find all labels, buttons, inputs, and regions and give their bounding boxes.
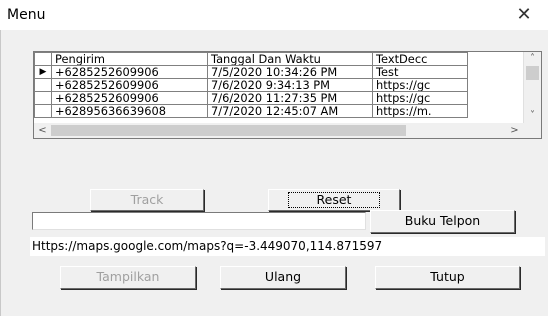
ulang-label: Ulang	[264, 269, 302, 284]
cell-text[interactable]: https://m.	[372, 104, 468, 118]
vertical-scroll-thumb[interactable]	[526, 66, 539, 80]
window-title: Menu	[7, 7, 46, 23]
close-icon[interactable]: ✕	[506, 0, 542, 30]
cell-pengirim[interactable]: +6285252609906	[51, 78, 208, 92]
menu-window: Menu ✕ Pengirim Tanggal Dan Waktu TextDe…	[0, 0, 548, 316]
column-header-tanggal[interactable]: Tanggal Dan Waktu	[207, 52, 373, 66]
cell-tanggal[interactable]: 7/6/2020 9:34:13 PM	[207, 78, 373, 92]
cell-text[interactable]: https://gc	[372, 78, 468, 92]
tampilkan-button[interactable]: Tampilkan	[60, 266, 196, 289]
column-header-text[interactable]: TextDecc	[372, 52, 468, 66]
cell-pengirim[interactable]: +62895636639608	[51, 104, 208, 118]
cell-tanggal[interactable]: 7/7/2020 12:45:07 AM	[207, 104, 373, 118]
tutup-label: Tutup	[430, 269, 465, 284]
cell-pengirim[interactable]: +6285252609906	[51, 91, 208, 105]
reset-button-label: Reset	[287, 192, 381, 208]
ulang-button[interactable]: Ulang	[220, 266, 346, 289]
title-bar: Menu ✕	[0, 0, 548, 30]
messages-table: Pengirim Tanggal Dan Waktu TextDecc ▶ +6…	[34, 52, 468, 118]
row-selector-header	[34, 52, 52, 66]
maps-url-text: Https://maps.google.com/maps?q=-3.449070…	[30, 237, 545, 256]
scroll-left-icon[interactable]: <	[34, 123, 51, 138]
scroll-right-icon[interactable]: >	[506, 123, 523, 138]
cell-text[interactable]: Test	[372, 65, 468, 79]
row-selector[interactable]	[34, 78, 52, 92]
cell-tanggal[interactable]: 7/6/2020 11:27:35 PM	[207, 91, 373, 105]
vertical-scrollbar[interactable]: ˄ ˅	[523, 52, 541, 123]
tutup-button[interactable]: Tutup	[375, 266, 520, 289]
column-header-pengirim[interactable]: Pengirim	[51, 52, 208, 66]
cell-pengirim[interactable]: +6285252609906	[51, 65, 208, 79]
window-border	[0, 30, 1, 316]
horizontal-scroll-thumb[interactable]	[51, 125, 406, 136]
table-header-row: Pengirim Tanggal Dan Waktu TextDecc	[34, 52, 468, 66]
cell-text[interactable]: https://gc	[372, 91, 468, 105]
scroll-down-icon[interactable]: ˅	[524, 109, 541, 123]
horizontal-scrollbar[interactable]: < >	[34, 123, 541, 138]
table-row[interactable]: +6285252609906 7/6/2020 11:27:35 PM http…	[34, 91, 468, 105]
cell-tanggal[interactable]: 7/5/2020 10:34:26 PM	[207, 65, 373, 79]
buku-telpon-button[interactable]: Buku Telpon	[370, 210, 515, 233]
track-button[interactable]: Track	[90, 189, 204, 211]
current-row-marker-icon: ▶	[34, 65, 52, 79]
tampilkan-label: Tampilkan	[96, 269, 160, 284]
phone-input[interactable]	[32, 212, 366, 230]
messages-grid[interactable]: Pengirim Tanggal Dan Waktu TextDecc ▶ +6…	[33, 51, 542, 139]
table-row[interactable]: +62895636639608 7/7/2020 12:45:07 AM htt…	[34, 104, 468, 118]
row-selector[interactable]	[34, 91, 52, 105]
table-row[interactable]: ▶ +6285252609906 7/5/2020 10:34:26 PM Te…	[34, 65, 468, 79]
table-row[interactable]: +6285252609906 7/6/2020 9:34:13 PM https…	[34, 78, 468, 92]
scroll-up-icon[interactable]: ˄	[524, 52, 541, 66]
reset-button[interactable]: Reset	[268, 189, 400, 211]
buku-telpon-label: Buku Telpon	[404, 213, 481, 228]
row-selector[interactable]	[34, 104, 52, 118]
track-button-label: Track	[130, 192, 164, 207]
